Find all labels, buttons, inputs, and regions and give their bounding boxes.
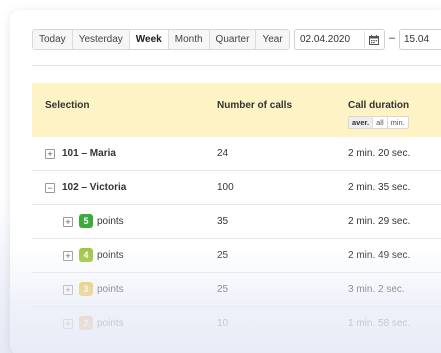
header-selection: Selection — [45, 100, 90, 111]
row-duration: 2 min. 49 sec. — [348, 250, 411, 261]
row-duration: 1 min. 58 sec. — [348, 318, 411, 329]
row-duration: 2 min. 29 sec. — [348, 216, 411, 227]
row-calls: 100 — [217, 182, 234, 193]
score-badge: 4 — [79, 248, 93, 262]
date-separator: – — [389, 32, 396, 44]
period-year[interactable]: Year — [256, 30, 289, 49]
table-header: Selection Number of calls Call duration … — [32, 83, 441, 137]
table-row: + 5 points 35 2 min. 29 sec. — [32, 205, 441, 239]
plus-square-icon[interactable]: + — [63, 319, 73, 329]
row-calls: 25 — [217, 284, 229, 295]
table-row: + 2 points 10 1 min. 58 sec. — [32, 307, 441, 341]
row-label: points — [97, 284, 124, 295]
score-badge: 2 — [79, 316, 93, 330]
table-row: − 102 – Victoria 100 2 min. 35 sec. — [32, 171, 441, 205]
date-from-field[interactable]: 02.04.2020 — [294, 29, 385, 50]
minus-square-icon[interactable]: − — [45, 183, 55, 193]
agg-all[interactable]: all — [373, 117, 388, 128]
period-month[interactable]: Month — [168, 30, 210, 49]
period-selector: Today Yesterday Week Month Quarter Year — [32, 29, 290, 50]
calendar-icon — [368, 34, 379, 45]
period-quarter[interactable]: Quarter — [209, 30, 257, 49]
date-to-field[interactable]: 15.04 — [399, 29, 441, 50]
row-calls: 25 — [217, 250, 229, 261]
plus-square-icon[interactable]: + — [63, 285, 73, 295]
row-label: 102 – Victoria — [62, 182, 127, 193]
toolbar-divider — [32, 65, 441, 66]
period-today[interactable]: Today — [33, 30, 73, 49]
header-duration: Call duration — [348, 100, 410, 111]
report-card: Today Yesterday Week Month Quarter Year … — [10, 10, 441, 353]
header-calls: Number of calls — [217, 100, 293, 111]
row-duration: 3 min. 2 sec. — [348, 284, 405, 295]
score-badge: 5 — [79, 214, 93, 228]
period-week[interactable]: Week — [129, 30, 169, 49]
row-calls: 10 — [217, 318, 229, 329]
date-from-value: 02.04.2020 — [300, 34, 351, 45]
aggregation-selector: aver. all min. — [348, 116, 409, 129]
table-row: + 4 points 25 2 min. 49 sec. — [32, 239, 441, 273]
row-calls: 35 — [217, 216, 229, 227]
row-duration: 2 min. 35 sec. — [348, 182, 411, 193]
table-row: + 3 points 25 3 min. 2 sec. — [32, 273, 441, 307]
period-yesterday[interactable]: Yesterday — [72, 30, 130, 49]
calendar-button[interactable] — [364, 31, 382, 48]
row-label: points — [97, 318, 124, 329]
agg-min[interactable]: min. — [388, 117, 408, 128]
table-row: + 101 – Maria 24 2 min. 20 sec. — [32, 137, 441, 171]
row-label: points — [97, 216, 124, 227]
row-label: points — [97, 250, 124, 261]
score-badge: 3 — [79, 282, 93, 296]
row-label: 101 – Maria — [62, 148, 116, 159]
plus-square-icon[interactable]: + — [45, 149, 55, 159]
row-calls: 24 — [217, 148, 229, 159]
agg-average[interactable]: aver. — [349, 117, 374, 128]
plus-square-icon[interactable]: + — [63, 251, 73, 261]
row-duration: 2 min. 20 sec. — [348, 148, 411, 159]
plus-square-icon[interactable]: + — [63, 217, 73, 227]
